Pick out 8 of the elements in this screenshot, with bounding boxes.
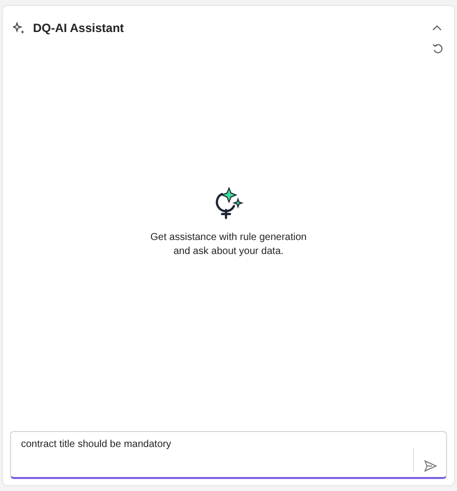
send-icon[interactable] (424, 460, 437, 472)
prompt-field[interactable]: contract title should be mandatory (10, 431, 447, 479)
sparkle-search-icon (214, 187, 244, 219)
sparkle-icon (13, 22, 25, 34)
empty-state-message: Get assistance with rule generation and ask about your data. (149, 231, 308, 259)
chevron-up-icon (432, 25, 442, 31)
refresh-icon[interactable] (432, 43, 444, 55)
panel-title: DQ-AI Assistant (33, 20, 124, 37)
